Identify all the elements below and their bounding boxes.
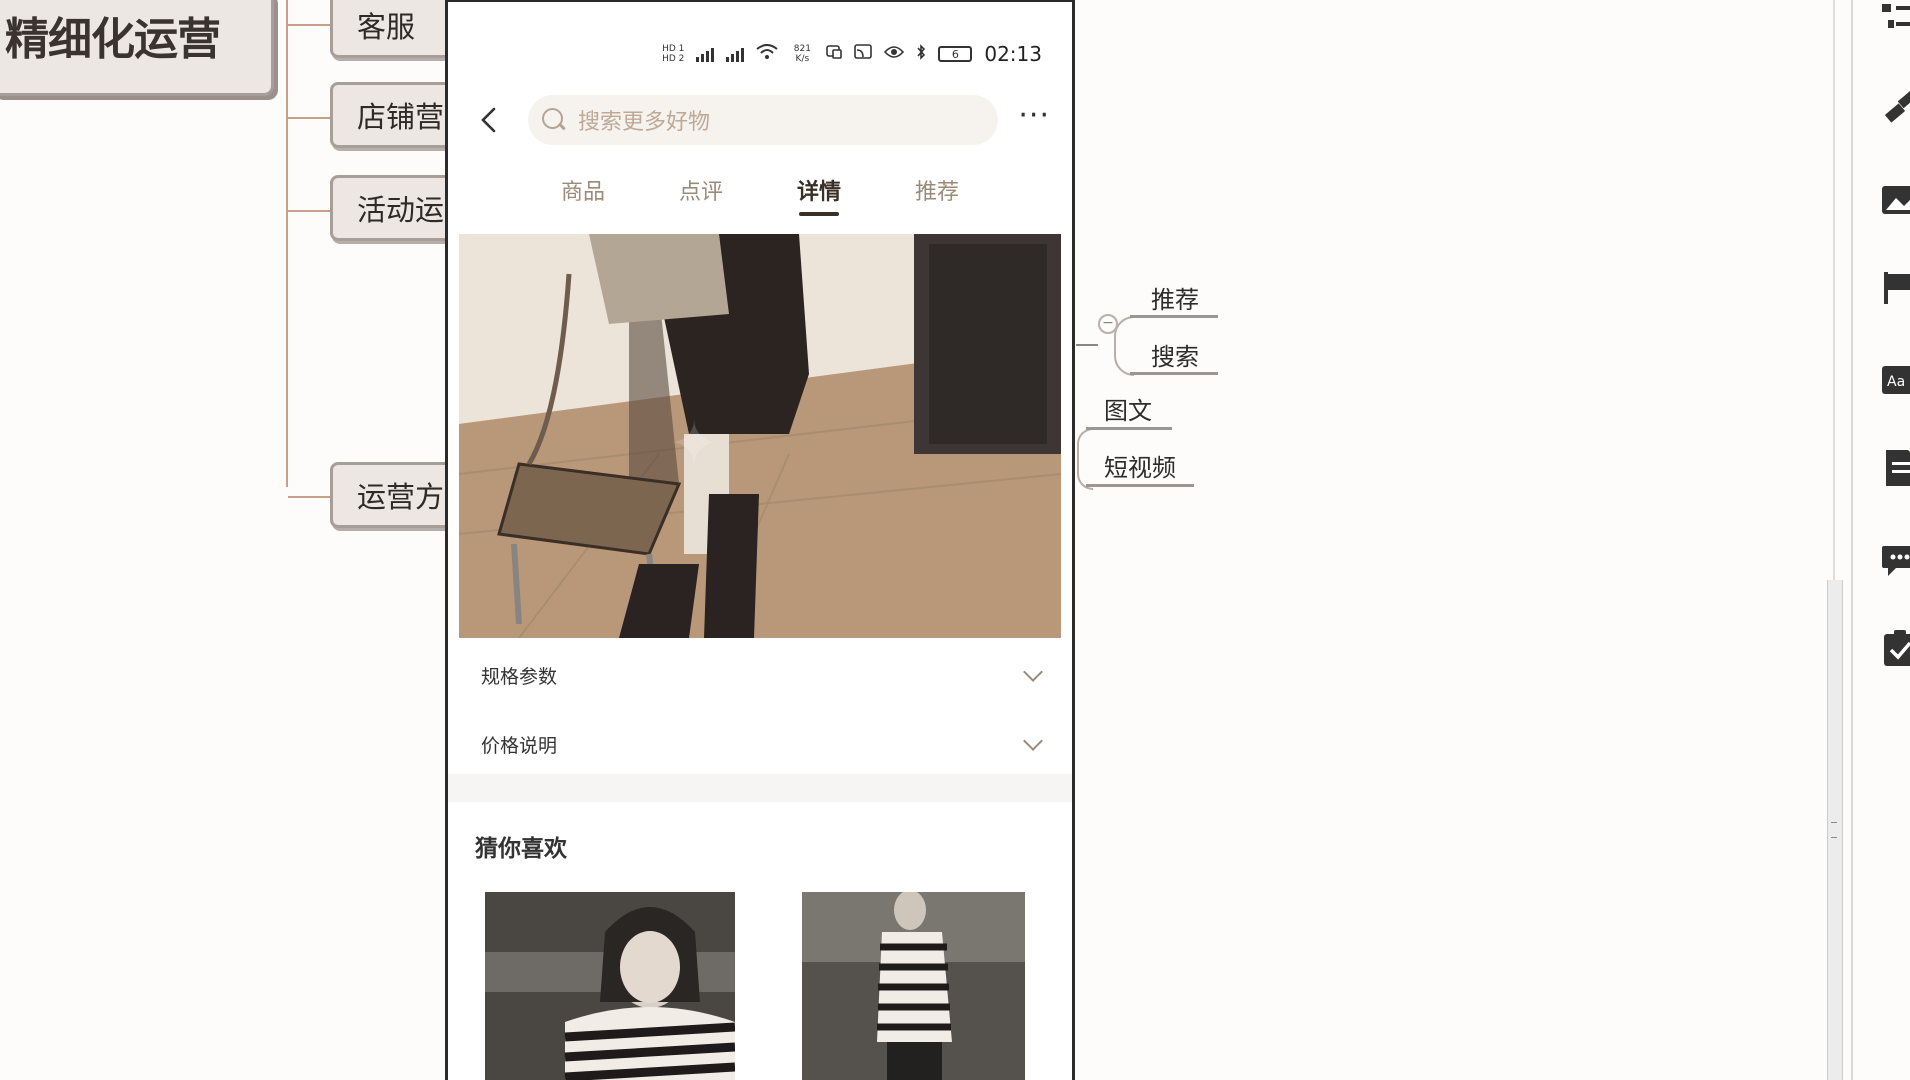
mindmap-node-label: 运营方 xyxy=(357,480,445,514)
search-placeholder: 搜索更多好物 xyxy=(578,110,711,135)
mindmap-node-label: 店铺营 xyxy=(357,100,445,134)
mindmap-node-label: 活动运 xyxy=(357,193,445,227)
outline-button[interactable] xyxy=(1880,0,1910,40)
tab-reviews[interactable]: 点评 xyxy=(642,174,760,230)
tab-label: 商品 xyxy=(560,180,605,205)
mindmap-subnode-underline xyxy=(1130,315,1218,318)
mindmap-subnode-underline xyxy=(1086,484,1194,487)
svg-text:✦: ✦ xyxy=(669,409,719,479)
status-time: 02:13 xyxy=(984,42,1042,66)
tab-details[interactable]: 详情 xyxy=(760,174,878,230)
chevron-down-icon xyxy=(1023,662,1043,682)
insert-image-button[interactable] xyxy=(1880,180,1910,220)
mindmap-subnode-underline xyxy=(1086,427,1172,430)
search-bar[interactable]: 搜索更多好物 xyxy=(528,95,998,145)
text-style-icon: Aa xyxy=(1882,366,1910,394)
mindmap-node-label: 客服 xyxy=(357,10,416,44)
mindmap-subnode-underline xyxy=(1130,372,1218,375)
mindmap-root-label: 精细化运营 xyxy=(5,14,221,65)
mindmap-subnode-recommend[interactable]: 推荐 xyxy=(1151,280,1199,315)
status-bar: HD 1 HD 2 821 K/s 6 02:13 xyxy=(662,37,1042,71)
tab-recommend[interactable]: 推荐 xyxy=(878,174,996,230)
mindmap-node-activity-ops[interactable]: 活动运 xyxy=(330,175,460,241)
cellular-signal-icon xyxy=(696,46,715,62)
back-button[interactable] xyxy=(470,100,510,140)
tab-label: 详情 xyxy=(796,180,841,205)
cast-icon xyxy=(854,44,873,64)
document-icon xyxy=(1886,450,1910,486)
image-icon xyxy=(1882,186,1910,214)
bluetooth-icon xyxy=(916,44,926,64)
note-button[interactable] xyxy=(1880,448,1910,488)
mindmap-subnode-short-video[interactable]: 短视频 xyxy=(1104,448,1176,483)
flag-icon xyxy=(1884,272,1910,304)
nfc-icon xyxy=(826,44,843,64)
detail-tabs: 商品 点评 详情 推荐 xyxy=(448,174,1072,230)
tab-product[interactable]: 商品 xyxy=(524,174,642,230)
mindmap-subnode-graphic-text[interactable]: 图文 xyxy=(1104,391,1152,426)
mindmap-branch-line xyxy=(288,496,330,498)
hammer-icon xyxy=(1884,88,1910,123)
spec-params-row[interactable]: 规格参数 xyxy=(448,642,1072,708)
mindmap-branch-line xyxy=(288,210,330,212)
guess-you-like-title: 猜你喜欢 xyxy=(475,836,567,862)
recommend-card[interactable] xyxy=(802,892,1025,1080)
text-style-button[interactable]: Aa xyxy=(1880,360,1910,400)
tab-label: 推荐 xyxy=(914,180,959,205)
insert-flag-button[interactable] xyxy=(1880,268,1910,308)
mindmap-node-store-ops[interactable]: 店铺营 xyxy=(330,82,460,148)
cellular-signal-icon xyxy=(726,46,745,62)
task-button[interactable] xyxy=(1880,628,1910,668)
recommend-card-image xyxy=(802,892,1025,1080)
wifi-icon xyxy=(756,44,778,64)
recommend-card-image xyxy=(485,892,735,1080)
battery-icon: 6 xyxy=(938,46,973,62)
recommend-card[interactable] xyxy=(485,892,735,1080)
mindmap-branch-line xyxy=(288,24,330,26)
text-style-glyph: Aa xyxy=(1887,374,1905,390)
top-nav-bar: 搜索更多好物 ··· xyxy=(448,90,1072,150)
mindmap-trunk-line xyxy=(286,0,288,487)
spec-params-label: 规格参数 xyxy=(481,665,558,688)
search-icon xyxy=(542,108,566,132)
list-tree-icon xyxy=(1882,4,1910,28)
product-detail-image[interactable]: ✦ xyxy=(459,234,1061,638)
price-info-label: 价格说明 xyxy=(481,734,558,757)
hd1-badge: HD 1 xyxy=(662,44,685,54)
section-divider xyxy=(448,774,1072,802)
back-arrow-icon xyxy=(481,107,496,133)
mindmap-subnode-search[interactable]: 搜索 xyxy=(1151,337,1199,372)
mindmap-connector xyxy=(1077,428,1093,490)
active-tab-indicator xyxy=(799,212,839,216)
more-options-button[interactable]: ··· xyxy=(1018,98,1050,133)
hd-badge-group: HD 1 HD 2 xyxy=(662,44,684,64)
mindmap-root-node[interactable]: 精细化运营 xyxy=(0,0,274,96)
mindmap-node-ops-method[interactable]: 运营方 xyxy=(330,462,460,528)
phone-screen: HD 1 HD 2 821 K/s 6 02:13 搜索更多好物 ··· 商品 … xyxy=(445,0,1075,1080)
tools-button[interactable] xyxy=(1880,88,1910,128)
price-info-row[interactable]: 价格说明 xyxy=(448,711,1072,777)
toolbar-divider xyxy=(1851,0,1853,1080)
eye-icon xyxy=(884,45,905,63)
tab-label: 点评 xyxy=(678,180,723,205)
chevron-down-icon xyxy=(1023,731,1043,751)
comment-icon xyxy=(1882,546,1910,576)
mindmap-connector xyxy=(1076,344,1098,346)
net-speed: 821 K/s xyxy=(793,44,811,64)
mindmap-node-kefu[interactable]: 客服 xyxy=(330,0,460,58)
mindmap-branch-line xyxy=(288,117,330,119)
comment-button[interactable] xyxy=(1880,540,1910,580)
collapse-toggle-icon[interactable]: − xyxy=(1098,314,1118,334)
hd2-badge: HD 2 xyxy=(662,54,685,64)
task-icon xyxy=(1884,630,1910,666)
scrollbar-grip-icon xyxy=(1831,822,1837,838)
